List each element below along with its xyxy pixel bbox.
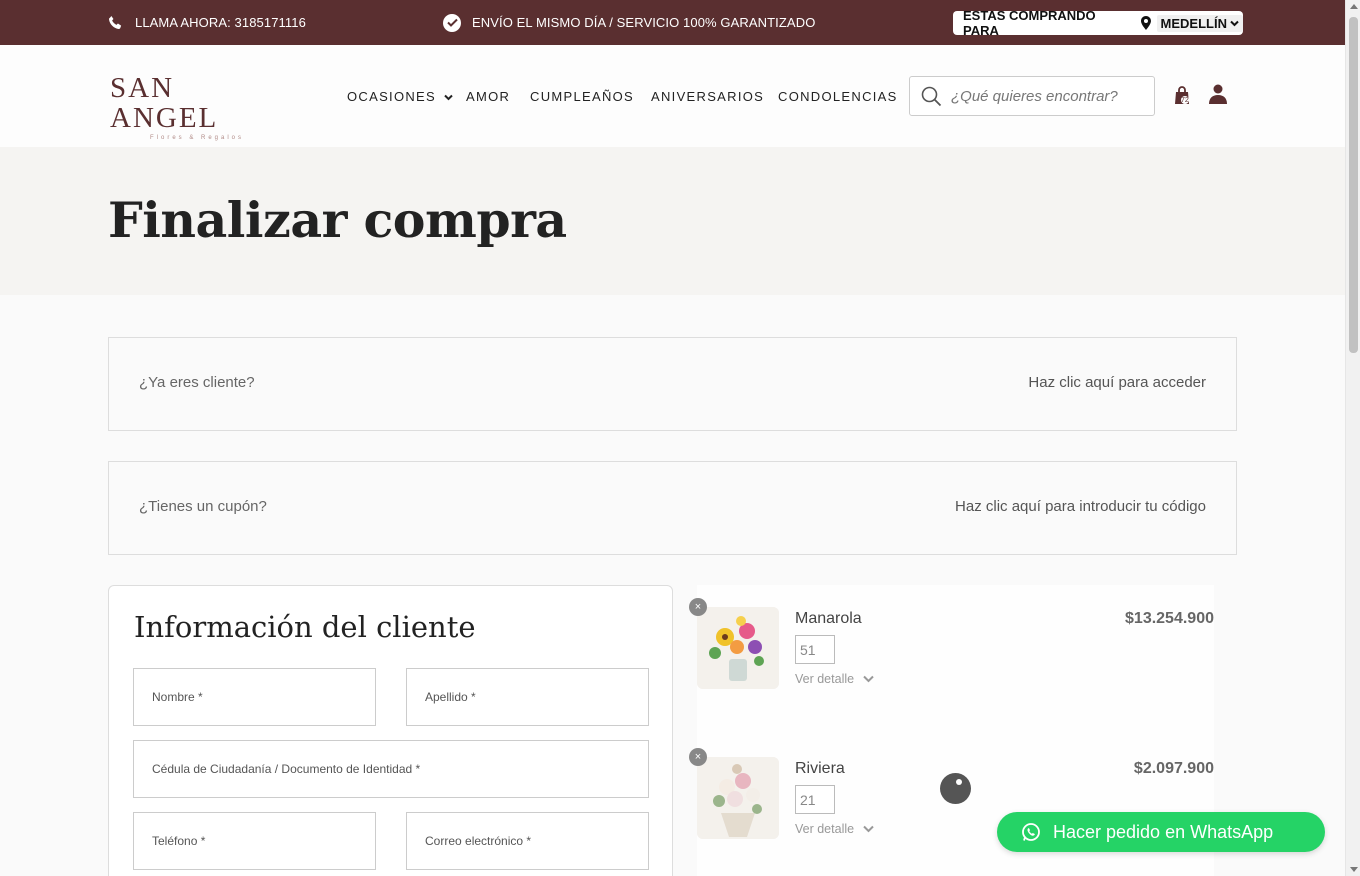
search-icon[interactable] [921, 86, 942, 107]
chevron-down-icon [444, 94, 453, 101]
customer-info-card: Información del cliente [108, 585, 673, 876]
product-price: $2.097.900 [1133, 760, 1214, 777]
nav-item-condolencias[interactable]: CONDOLENCIAS [778, 89, 898, 104]
product-image [697, 757, 779, 839]
scroll-down-arrow[interactable] [1350, 867, 1358, 872]
check-circle-icon [443, 13, 461, 32]
last-name-field[interactable] [406, 668, 649, 726]
login-notice-question: ¿Ya eres cliente? [139, 374, 255, 391]
user-icon[interactable] [1209, 84, 1227, 104]
nav-item-aniversarios[interactable]: ANIVERSARIOS [651, 89, 764, 104]
phone-field[interactable] [133, 812, 376, 870]
chevron-down-icon [863, 825, 874, 833]
logo[interactable]: SAN ANGEL Flores & Regalos [110, 73, 280, 141]
coupon-notice-question: ¿Tienes un cupón? [139, 498, 267, 515]
phone-icon [109, 15, 122, 29]
product-price: $13.254.900 [1125, 610, 1214, 627]
search-input[interactable] [951, 87, 1141, 105]
chevron-down-icon [1230, 20, 1239, 26]
page-title-band: Finalizar compra [0, 147, 1345, 295]
login-link[interactable]: Haz clic aquí para acceder [1028, 374, 1206, 391]
quantity-input[interactable]: 51 [795, 635, 835, 664]
last-name-input[interactable] [425, 690, 648, 704]
view-detail-toggle[interactable]: Ver detalle [795, 822, 874, 836]
customer-info-title: Información del cliente [134, 610, 476, 644]
whatsapp-icon [1022, 823, 1040, 841]
nav-item-label: OCASIONES [347, 89, 436, 104]
chevron-down-icon [863, 675, 874, 683]
remove-item-button[interactable]: × [689, 598, 707, 616]
product-name: Riviera [795, 760, 845, 777]
search-box[interactable] [909, 76, 1155, 116]
city-dropdown-value: MEDELLÍN [1160, 15, 1227, 31]
product-image [697, 607, 779, 689]
document-input[interactable] [152, 762, 648, 776]
coupon-notice: ¿Tienes un cupón? Haz clic aquí para int… [108, 461, 1237, 555]
map-pin-icon [1140, 16, 1151, 30]
shipping-promo-text: ENVÍO EL MISMO DÍA / SERVICIO 100% GARAN… [472, 15, 816, 30]
view-detail-toggle[interactable]: Ver detalle [795, 672, 874, 686]
top-bar: LLAMA AHORA: 3185171116 ENVÍO EL MISMO D… [0, 0, 1345, 45]
nav-item-amor[interactable]: AMOR [466, 89, 510, 104]
document-field[interactable] [133, 740, 649, 798]
logo-subtitle: Flores & Regalos [150, 135, 245, 141]
product-name: Manarola [795, 610, 862, 627]
call-now[interactable]: LLAMA AHORA: 3185171116 [108, 0, 306, 45]
whatsapp-order-button[interactable]: Hacer pedido en WhatsApp [997, 812, 1325, 852]
phone-input[interactable] [152, 834, 375, 848]
nav-item-cumpleanos[interactable]: CUMPLEAÑOS [530, 89, 634, 104]
email-input[interactable] [425, 834, 648, 848]
order-item: × Manarola 51 Ver detalle $13.254.900 [689, 585, 1214, 695]
spinner-dot [956, 779, 962, 785]
view-detail-label: Ver detalle [795, 822, 855, 836]
city-selector-label: ESTAS COMPRANDO PARA [963, 8, 1096, 38]
loading-spinner [940, 773, 971, 804]
email-field[interactable] [406, 812, 649, 870]
coupon-link[interactable]: Haz clic aquí para introducir tu código [955, 498, 1206, 515]
cart-count-badge: 72 [1181, 97, 1189, 104]
first-name-input[interactable] [152, 690, 375, 704]
login-notice: ¿Ya eres cliente? Haz clic aquí para acc… [108, 337, 1237, 431]
city-dropdown[interactable]: MEDELLÍN [1156, 14, 1243, 32]
scrollbar-thumb[interactable] [1349, 17, 1358, 353]
shipping-promo: ENVÍO EL MISMO DÍA / SERVICIO 100% GARAN… [443, 0, 815, 45]
logo-text: SAN ANGEL [110, 72, 219, 134]
site-header: SAN ANGEL Flores & Regalos OCASIONES AMO… [0, 45, 1345, 147]
whatsapp-order-label: Hacer pedido en WhatsApp [1053, 821, 1274, 842]
page-scrollbar[interactable] [1345, 0, 1360, 876]
remove-item-button[interactable]: × [689, 748, 707, 766]
first-name-field[interactable] [133, 668, 376, 726]
call-now-text: LLAMA AHORA: 3185171116 [135, 15, 306, 30]
scroll-up-arrow[interactable] [1350, 4, 1358, 9]
city-selector[interactable]: ESTAS COMPRANDO PARA MEDELLÍN [953, 8, 1243, 38]
quantity-input[interactable]: 21 [795, 785, 835, 814]
page-title: Finalizar compra [108, 191, 567, 249]
nav-item-ocasiones[interactable]: OCASIONES [347, 89, 453, 104]
view-detail-label: Ver detalle [795, 672, 855, 686]
